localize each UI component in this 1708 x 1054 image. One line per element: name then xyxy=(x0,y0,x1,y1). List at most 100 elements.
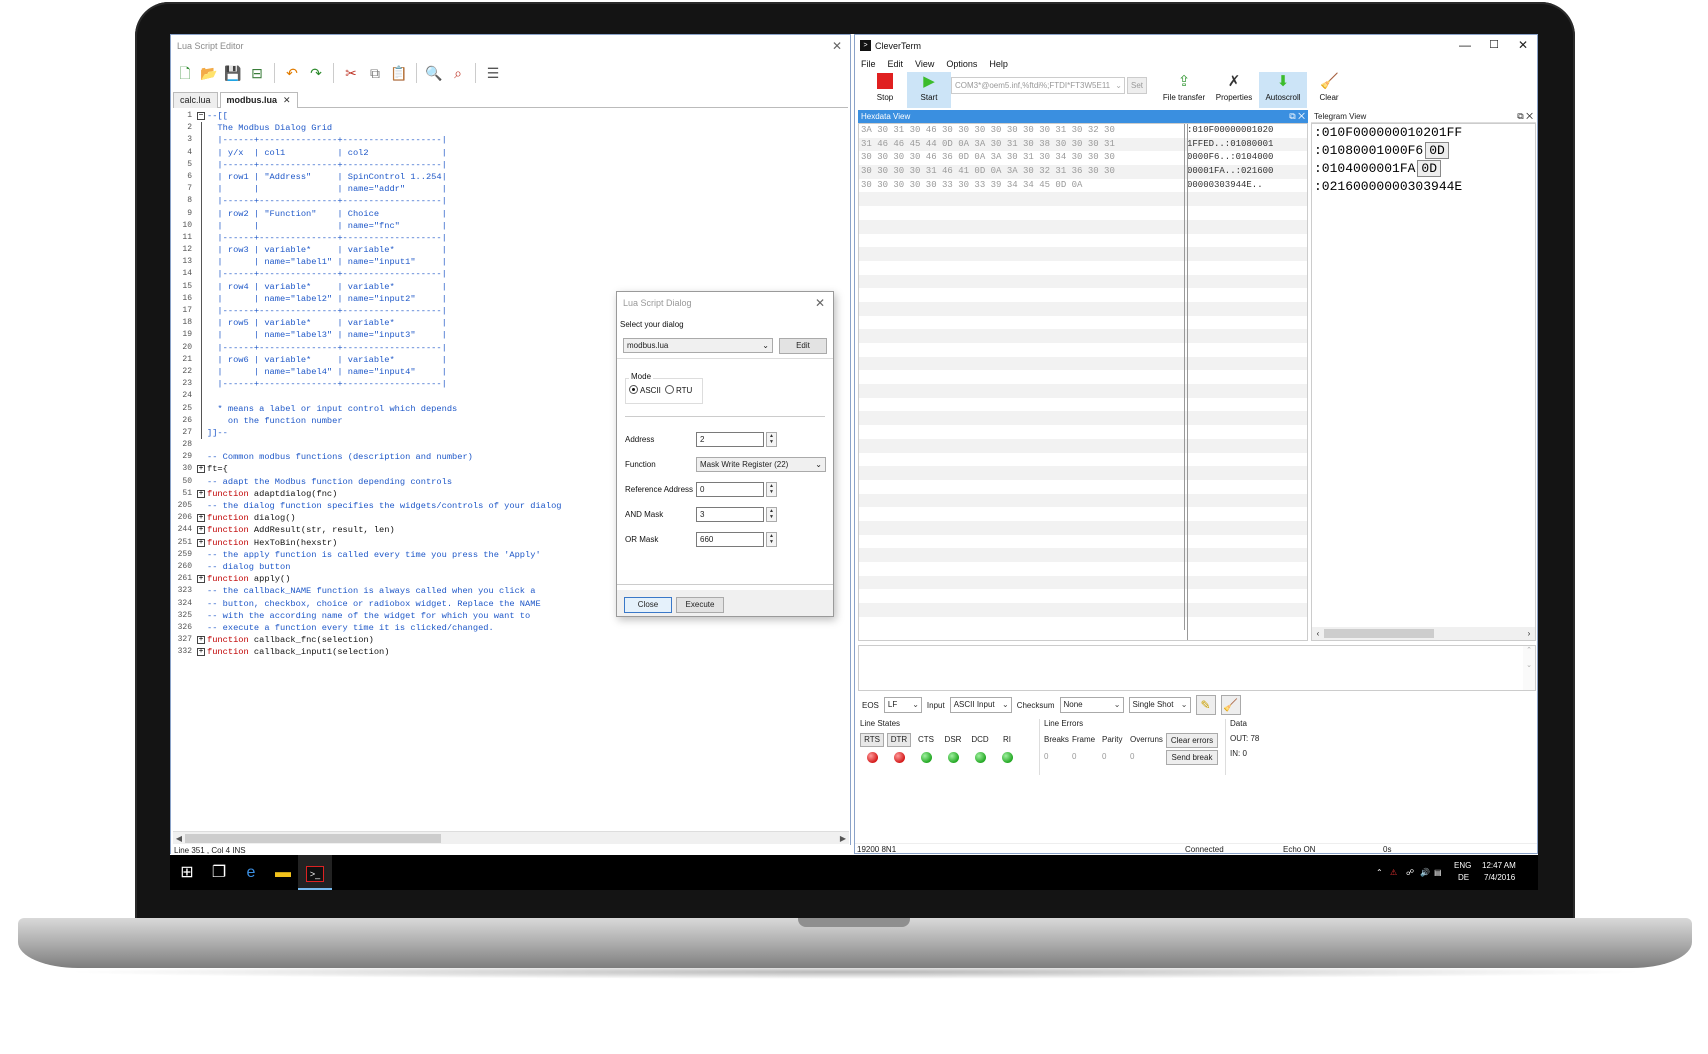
expand-icon[interactable]: + xyxy=(197,489,205,498)
send-input[interactable]: ⌃ ⌄ xyxy=(858,645,1536,691)
save-icon[interactable]: 💾 xyxy=(223,63,243,83)
scroll-right-icon[interactable]: ▶ xyxy=(837,832,849,845)
send-mode-select[interactable]: Single Shot ⌄ xyxy=(1128,697,1191,713)
maximize-icon[interactable]: ☐ xyxy=(1489,35,1499,55)
windows-start-icon[interactable]: ⊞ xyxy=(170,855,204,890)
scroll-left-icon[interactable]: ‹ xyxy=(1312,627,1324,640)
mode-rtu-radio[interactable]: RTU xyxy=(665,384,692,398)
port-select[interactable]: COM3*@oem5.inf,%ftdi%;FTDI*FT3W5E11 ⌄ xyxy=(951,77,1125,94)
task-view-icon[interactable]: ❐ xyxy=(202,855,236,890)
expand-icon[interactable]: + xyxy=(197,575,205,584)
and-mask-input[interactable]: 3 xyxy=(696,507,764,522)
hexdata-view[interactable]: 3A 30 31 30 46 30 30 30 30 30 30 30 31 3… xyxy=(858,123,1308,641)
expand-icon[interactable]: + xyxy=(197,538,205,547)
edge-browser-icon[interactable]: e xyxy=(234,855,268,890)
network-icon[interactable]: ☍ xyxy=(1406,855,1414,890)
menu-file[interactable]: File xyxy=(861,57,876,71)
start-button[interactable]: ▶ Start xyxy=(907,72,951,108)
dialog-select[interactable]: modbus.lua ⌄ xyxy=(623,338,773,353)
lang-top[interactable]: ENG xyxy=(1454,861,1471,871)
tab-modbus-lua[interactable]: modbus.lua ✕ xyxy=(219,92,298,108)
show-hidden-icons-icon[interactable]: ⌃ xyxy=(1376,855,1383,890)
menu-options[interactable]: Options xyxy=(946,57,977,71)
address-input[interactable]: 2 xyxy=(696,432,764,447)
expand-icon[interactable]: + xyxy=(197,636,205,645)
replace-icon[interactable]: ⌕ xyxy=(448,63,468,83)
panel-buttons[interactable]: ⧉ ✕ xyxy=(1517,110,1533,123)
hex-row xyxy=(859,329,1307,343)
collapse-icon[interactable]: − xyxy=(197,112,205,120)
clear-send-broom-icon[interactable]: 🧹 xyxy=(1220,695,1241,715)
clear-button[interactable]: 🧹 Clear xyxy=(1307,72,1351,108)
list-icon[interactable]: ☰ xyxy=(483,63,503,83)
expand-icon[interactable]: + xyxy=(197,514,205,523)
edit-button[interactable]: Edit xyxy=(779,338,827,354)
scroll-thumb[interactable] xyxy=(185,834,441,843)
line-number: 19 xyxy=(182,330,192,340)
close-icon[interactable]: ✕ xyxy=(1518,35,1528,55)
telegram-horizontal-scrollbar[interactable]: ‹ › xyxy=(1312,627,1535,640)
hex-bytes xyxy=(859,603,1185,617)
notification-icon[interactable]: ▤ xyxy=(1434,855,1442,890)
properties-button[interactable]: ✗ Properties xyxy=(1209,72,1259,108)
lang-bottom[interactable]: DE xyxy=(1458,873,1469,883)
undo-icon[interactable]: ↶ xyxy=(282,63,302,83)
mode-ascii-radio[interactable]: ASCII xyxy=(629,384,661,398)
or-mask-input[interactable]: 660 xyxy=(696,532,764,547)
expand-icon[interactable]: + xyxy=(197,526,205,535)
address-spinner-icon[interactable]: ▲ ▼ xyxy=(766,432,777,447)
clear-errors-button[interactable]: Clear errors xyxy=(1166,733,1218,748)
copy-icon[interactable]: ⧉ xyxy=(365,63,385,83)
save-as-icon[interactable]: ⊟ xyxy=(247,63,267,83)
cut-icon[interactable]: ✂ xyxy=(341,63,361,83)
menu-view[interactable]: View xyxy=(915,57,934,71)
reference-address-spinner-icon[interactable]: ▲ ▼ xyxy=(766,482,777,497)
expand-icon[interactable]: + xyxy=(197,648,205,657)
and-mask-spinner-icon[interactable]: ▲ ▼ xyxy=(766,507,777,522)
scroll-thumb[interactable] xyxy=(1324,629,1434,638)
execute-button[interactable]: Execute xyxy=(676,597,724,613)
dialog-close-icon[interactable]: ✕ xyxy=(813,292,827,314)
editor-close-icon[interactable]: ✕ xyxy=(830,35,844,57)
reference-address-input[interactable]: 0 xyxy=(696,482,764,497)
file-transfer-button[interactable]: ⇪ File transfer xyxy=(1159,72,1209,108)
find-icon[interactable]: 🔍 xyxy=(424,63,444,83)
menu-help[interactable]: Help xyxy=(989,57,1008,71)
tab-calc-lua[interactable]: calc.lua xyxy=(173,92,218,108)
send-scrollbar[interactable]: ⌃ ⌄ xyxy=(1523,646,1535,690)
set-button[interactable]: Set xyxy=(1127,77,1147,94)
fold-line xyxy=(201,390,202,403)
stop-button[interactable]: Stop xyxy=(863,72,907,108)
line-state-rts[interactable]: RTS xyxy=(860,733,884,747)
redo-icon[interactable]: ↷ xyxy=(306,63,326,83)
close-button[interactable]: Close xyxy=(624,597,672,613)
function-select[interactable]: Mask Write Register (22) ⌄ xyxy=(696,457,826,472)
paste-icon[interactable]: 📋 xyxy=(389,63,409,83)
editor-horizontal-scrollbar[interactable]: ◀ ▶ xyxy=(173,831,849,844)
clock-date[interactable]: 7/4/2016 xyxy=(1484,873,1515,883)
expand-icon[interactable]: + xyxy=(197,465,205,474)
hex-row xyxy=(859,493,1307,508)
clock-time[interactable]: 12:47 AM xyxy=(1482,861,1516,871)
tab-close-icon[interactable]: ✕ xyxy=(283,95,291,105)
send-break-button[interactable]: Send break xyxy=(1166,750,1218,765)
or-mask-spinner-icon[interactable]: ▲ ▼ xyxy=(766,532,777,547)
input-select[interactable]: ASCII Input ⌄ xyxy=(949,697,1012,713)
telegram-view[interactable]: :010F000000010201FF:01080001000F6 0D:0104… xyxy=(1311,123,1536,641)
open-file-icon[interactable]: 📂 xyxy=(199,63,219,83)
minimize-icon[interactable]: — xyxy=(1459,35,1471,55)
file-explorer-icon[interactable]: ▬ xyxy=(266,855,300,890)
checksum-select[interactable]: None ⌄ xyxy=(1059,697,1124,713)
autoscroll-button[interactable]: ⬇ Autoscroll xyxy=(1259,72,1307,108)
send-pencil-icon[interactable]: ✎ xyxy=(1195,695,1216,715)
eos-select[interactable]: LF ⌄ xyxy=(883,697,922,713)
volume-icon[interactable]: 🔊 xyxy=(1420,855,1430,890)
panel-buttons[interactable]: ⧉ ✕ xyxy=(1289,110,1305,123)
line-state-dtr[interactable]: DTR xyxy=(887,733,911,747)
cleverterm-taskbar-icon[interactable]: >_ xyxy=(298,855,332,890)
menu-edit[interactable]: Edit xyxy=(888,57,904,71)
network-warning-icon[interactable]: ⚠ xyxy=(1390,855,1397,890)
scroll-right-icon[interactable]: › xyxy=(1523,627,1535,640)
new-file-icon[interactable]: 🗋 xyxy=(175,63,195,83)
scroll-left-icon[interactable]: ◀ xyxy=(173,832,185,845)
